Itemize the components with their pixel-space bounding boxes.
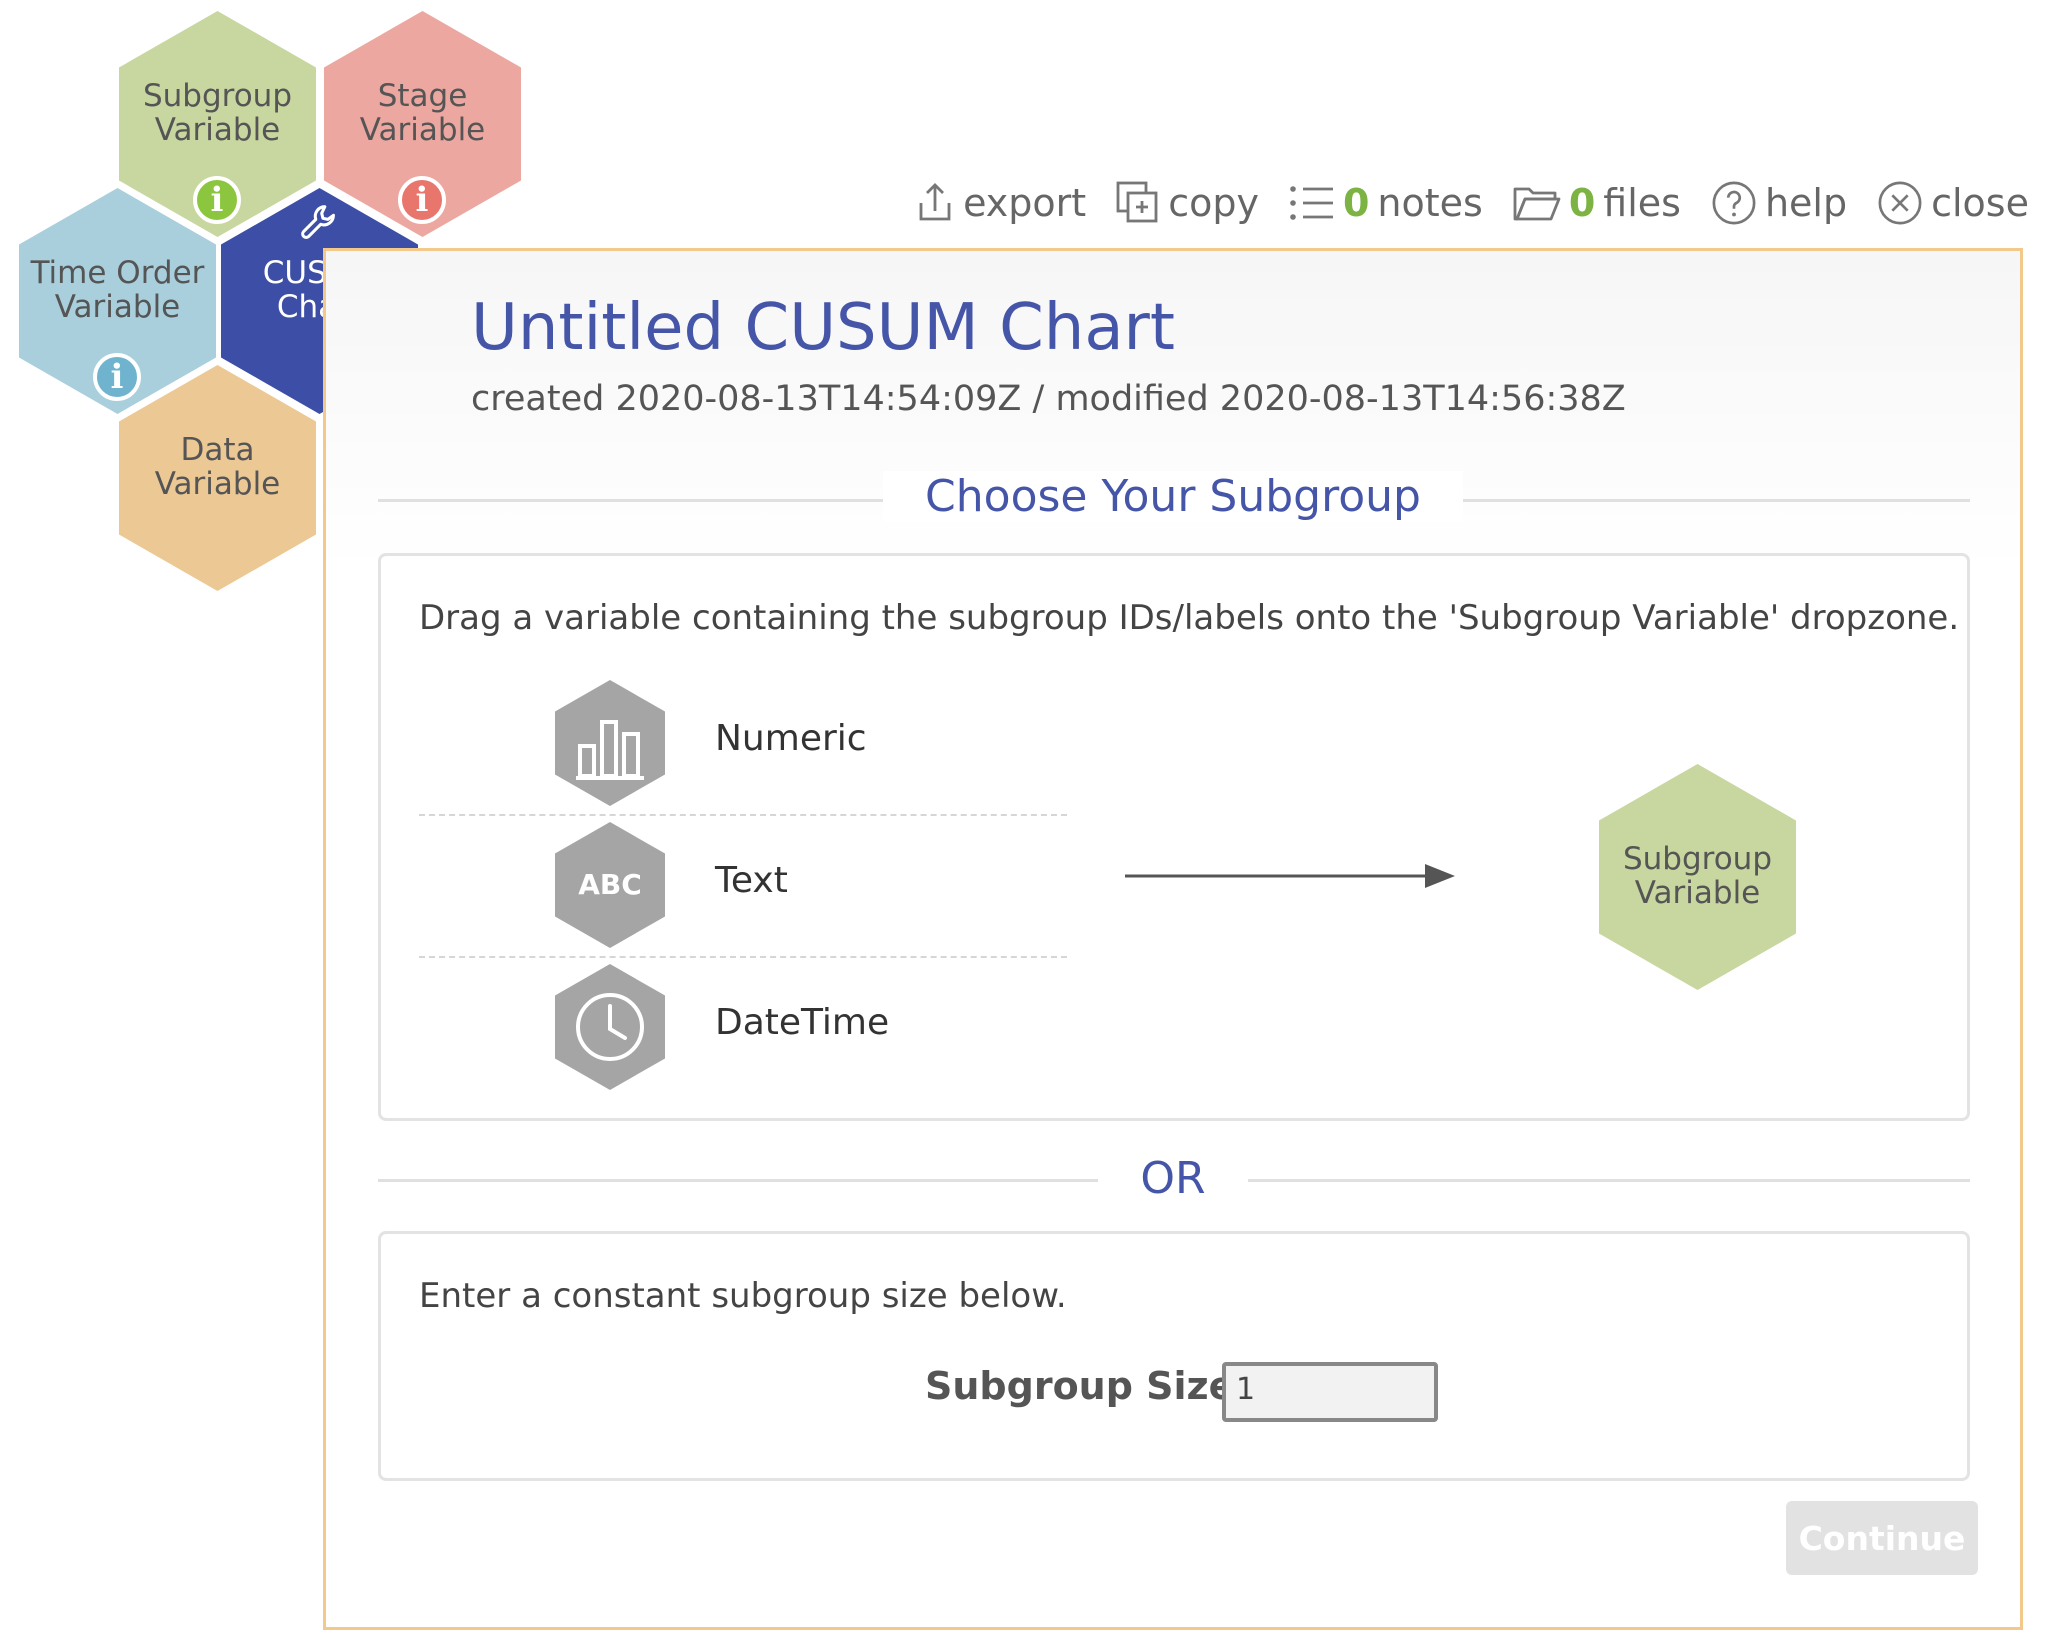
subgroup-instruction: Drag a variable containing the subgroup …: [419, 598, 1960, 638]
copy-label: copy: [1168, 181, 1259, 225]
files-count: 0: [1568, 181, 1596, 225]
notes-count: 0: [1342, 181, 1370, 225]
subgroup-size-label: Subgroup Size: [925, 1364, 1235, 1408]
export-button[interactable]: export: [915, 181, 1086, 225]
hex-subgroup-variable-label: Subgroup Variable: [142, 78, 293, 148]
files-button[interactable]: 0 files: [1513, 181, 1681, 225]
variable-type-datetime: DateTime: [419, 956, 1067, 1098]
files-label: files: [1603, 181, 1681, 225]
dropzone-label: Subgroup Variable: [1622, 841, 1773, 911]
info-icon[interactable]: i: [193, 176, 241, 224]
subgroup-variable-box: Drag a variable containing the subgroup …: [378, 553, 1970, 1121]
copy-button[interactable]: copy: [1116, 181, 1259, 225]
help-label: help: [1764, 181, 1848, 225]
hex-subgroup-variable[interactable]: Subgroup Variable i: [119, 11, 316, 237]
hex-data-variable[interactable]: Data Variable: [119, 365, 316, 591]
notes-label: notes: [1377, 181, 1483, 225]
hex-data-variable-label: Data Variable: [154, 432, 281, 502]
list-icon: [1290, 186, 1333, 220]
abc-icon-text: ABC: [578, 868, 642, 901]
variable-type-label: Text: [715, 860, 788, 901]
help-icon: [1712, 181, 1756, 225]
arrow-right-icon: [1125, 864, 1455, 888]
hex-time-order-variable[interactable]: Time Order Variable i: [19, 188, 216, 414]
close-icon: [1878, 181, 1922, 225]
constant-size-box: Enter a constant subgroup size below. Su…: [378, 1231, 1970, 1481]
info-icon[interactable]: i: [398, 176, 446, 224]
export-icon: [919, 183, 951, 221]
top-toolbar: export copy 0 notes 0 files help close: [915, 180, 2029, 226]
continue-button[interactable]: Continue: [1786, 1501, 1978, 1575]
info-icon[interactable]: i: [93, 353, 141, 401]
close-label: close: [1931, 181, 2029, 225]
or-text: OR: [1098, 1153, 1248, 1204]
variable-type-text: ABC Text: [419, 814, 1067, 958]
hex-time-order-variable-label: Time Order Variable: [30, 255, 205, 325]
close-button[interactable]: close: [1877, 180, 2029, 226]
abc-icon: ABC: [555, 822, 665, 948]
help-button[interactable]: help: [1711, 180, 1847, 226]
section-heading-choose-subgroup: Choose Your Subgroup: [326, 471, 2020, 522]
cusum-chart-editor: Subgroup Variable i Stage Variable i Tim…: [0, 0, 2047, 1640]
hex-stage-variable-label: Stage Variable: [359, 78, 486, 148]
variable-type-label: DateTime: [715, 1002, 890, 1043]
variable-type-label: Numeric: [715, 718, 867, 759]
subgroup-variable-dropzone[interactable]: Subgroup Variable: [1599, 764, 1796, 990]
folder-icon: [1513, 187, 1561, 221]
subgroup-size-input[interactable]: 1: [1222, 1362, 1438, 1422]
wrench-icon: [301, 205, 335, 239]
or-heading: OR: [326, 1153, 2020, 1204]
created-modified-timestamps: created 2020-08-13T14:54:09Z / modified …: [471, 379, 1626, 419]
constant-size-instruction: Enter a constant subgroup size below.: [419, 1276, 1067, 1316]
clock-icon: [555, 964, 665, 1090]
export-label: export: [963, 181, 1087, 225]
variable-type-numeric: Numeric: [419, 672, 1067, 816]
bar-chart-icon: [555, 680, 665, 806]
notes-button[interactable]: 0 notes: [1289, 181, 1483, 225]
copy-icon: [1116, 181, 1158, 223]
section-heading-text: Choose Your Subgroup: [883, 471, 1463, 522]
page-title[interactable]: Untitled CUSUM Chart: [471, 291, 1175, 365]
main-panel: Untitled CUSUM Chart created 2020-08-13T…: [323, 248, 2023, 1630]
hex-stage-variable[interactable]: Stage Variable i: [324, 11, 521, 237]
